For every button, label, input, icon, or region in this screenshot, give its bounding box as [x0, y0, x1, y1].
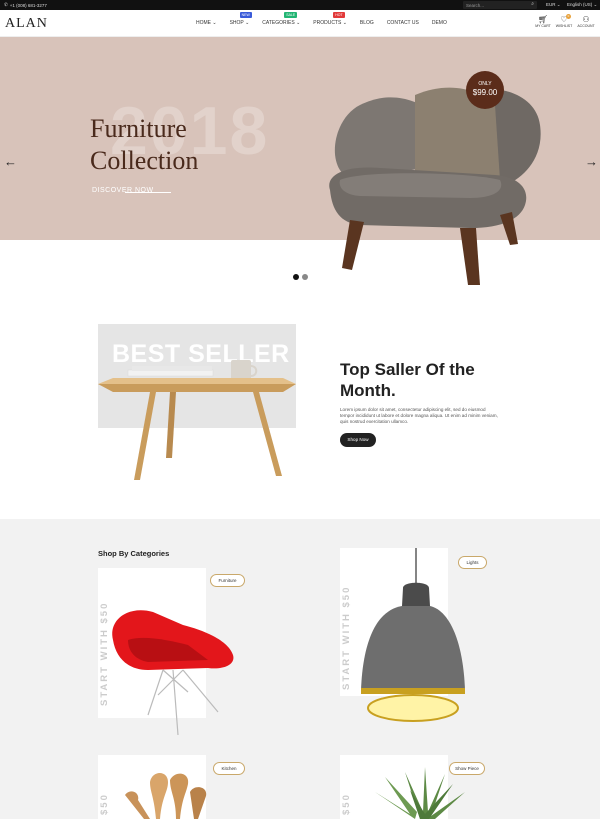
category-label-show-piece[interactable]: Show Piece [449, 762, 485, 775]
top-bar: ✆ +1 (008) 681-3277 Search... ⌕ EUR ⌄ En… [0, 0, 600, 10]
nav-badge-hot: HOT [333, 12, 345, 18]
category-label-lights[interactable]: Lights [458, 556, 487, 569]
nav-badge-sale: SALE [284, 12, 298, 18]
slider-dot[interactable] [293, 274, 299, 280]
cart-button[interactable]: 🛒︎ MY CART [533, 15, 553, 28]
shop-now-button[interactable]: Shop Now [340, 433, 376, 447]
wishlist-label: WISHLIST [555, 24, 573, 28]
logo[interactable]: ALAN [5, 16, 48, 32]
slider-dots [293, 274, 308, 280]
phone-icon: ✆ [4, 2, 8, 7]
main-header: ALAN HOME ⌄ SHOP ⌄ NEW CATEGORIES ⌄ SALE P… [0, 10, 600, 37]
pendant-lamp-image [361, 548, 465, 722]
wishlist-button[interactable]: ♡ 0 WISHLIST [554, 14, 574, 28]
categories-title: Shop By Categories [98, 549, 170, 558]
phone-contact[interactable]: ✆ +1 (008) 681-3277 [4, 2, 47, 8]
nav-products[interactable]: PRODUCTS ⌄ HOT [313, 12, 347, 26]
search-icon[interactable]: ⌕ [531, 1, 534, 7]
price-amount: $99.00 [472, 88, 498, 97]
account-button[interactable]: ⚇ ACCOUNT [576, 15, 596, 28]
nav-categories[interactable]: CATEGORIES ⌄ SALE [262, 12, 300, 26]
category-label-furniture[interactable]: Furniture [210, 574, 245, 587]
wishlist-count: 0 [566, 14, 571, 19]
nav-shop[interactable]: SHOP ⌄ NEW [230, 12, 252, 26]
red-chair-image [112, 610, 234, 736]
account-label: ACCOUNT [577, 24, 595, 28]
user-icon: ⚇ [582, 15, 590, 24]
search-field[interactable]: Search... ⌕ [463, 1, 537, 9]
cta-underline [125, 192, 171, 193]
slider-dot[interactable] [302, 274, 308, 280]
wooden-utensils-image [125, 773, 207, 819]
top-seller-title: Top Saller Of the Month. [340, 360, 475, 400]
category-price-text: START WITH $50 [341, 585, 352, 690]
price-badge: ONLY $99.00 [466, 71, 504, 109]
price-label: ONLY [478, 81, 492, 87]
nav-badge-new: NEW [239, 12, 252, 18]
table-image [98, 360, 296, 480]
prev-slide-arrow[interactable]: ← [4, 154, 17, 169]
category-price-text: $50 [341, 793, 352, 815]
nav-contact[interactable]: CONTACT US [387, 20, 419, 26]
nav-blog[interactable]: BLOG [360, 20, 374, 26]
hero-title: Furniture Collection [90, 114, 199, 175]
category-label-kitchen[interactable]: Kitchen [213, 762, 245, 775]
nav-home[interactable]: HOME ⌄ [196, 20, 217, 26]
armchair-image [329, 87, 541, 285]
next-slide-arrow[interactable]: → [585, 154, 598, 169]
nav-demo[interactable]: DEMO [432, 20, 447, 26]
top-seller-description: Lorem ipsum dolor sit amet, consectetur … [340, 407, 498, 424]
currency-selector[interactable]: EUR ⌄ [546, 2, 561, 8]
page: ✆ +1 (008) 681-3277 Search... ⌕ EUR ⌄ En… [0, 0, 600, 819]
heart-icon: ♡ [560, 15, 568, 24]
phone-number: +1 (008) 681-3277 [9, 2, 47, 8]
category-price-text: $50 [99, 793, 110, 815]
categories-section [0, 519, 600, 819]
search-input[interactable]: Search... [466, 3, 484, 8]
language-selector[interactable]: English (US) ⌄ [567, 2, 597, 8]
cart-label: MY CART [535, 24, 551, 28]
main-nav: HOME ⌄ SHOP ⌄ NEW CATEGORIES ⌄ SALE PRODUC… [196, 12, 460, 26]
cart-icon: 🛒︎ [537, 15, 549, 24]
